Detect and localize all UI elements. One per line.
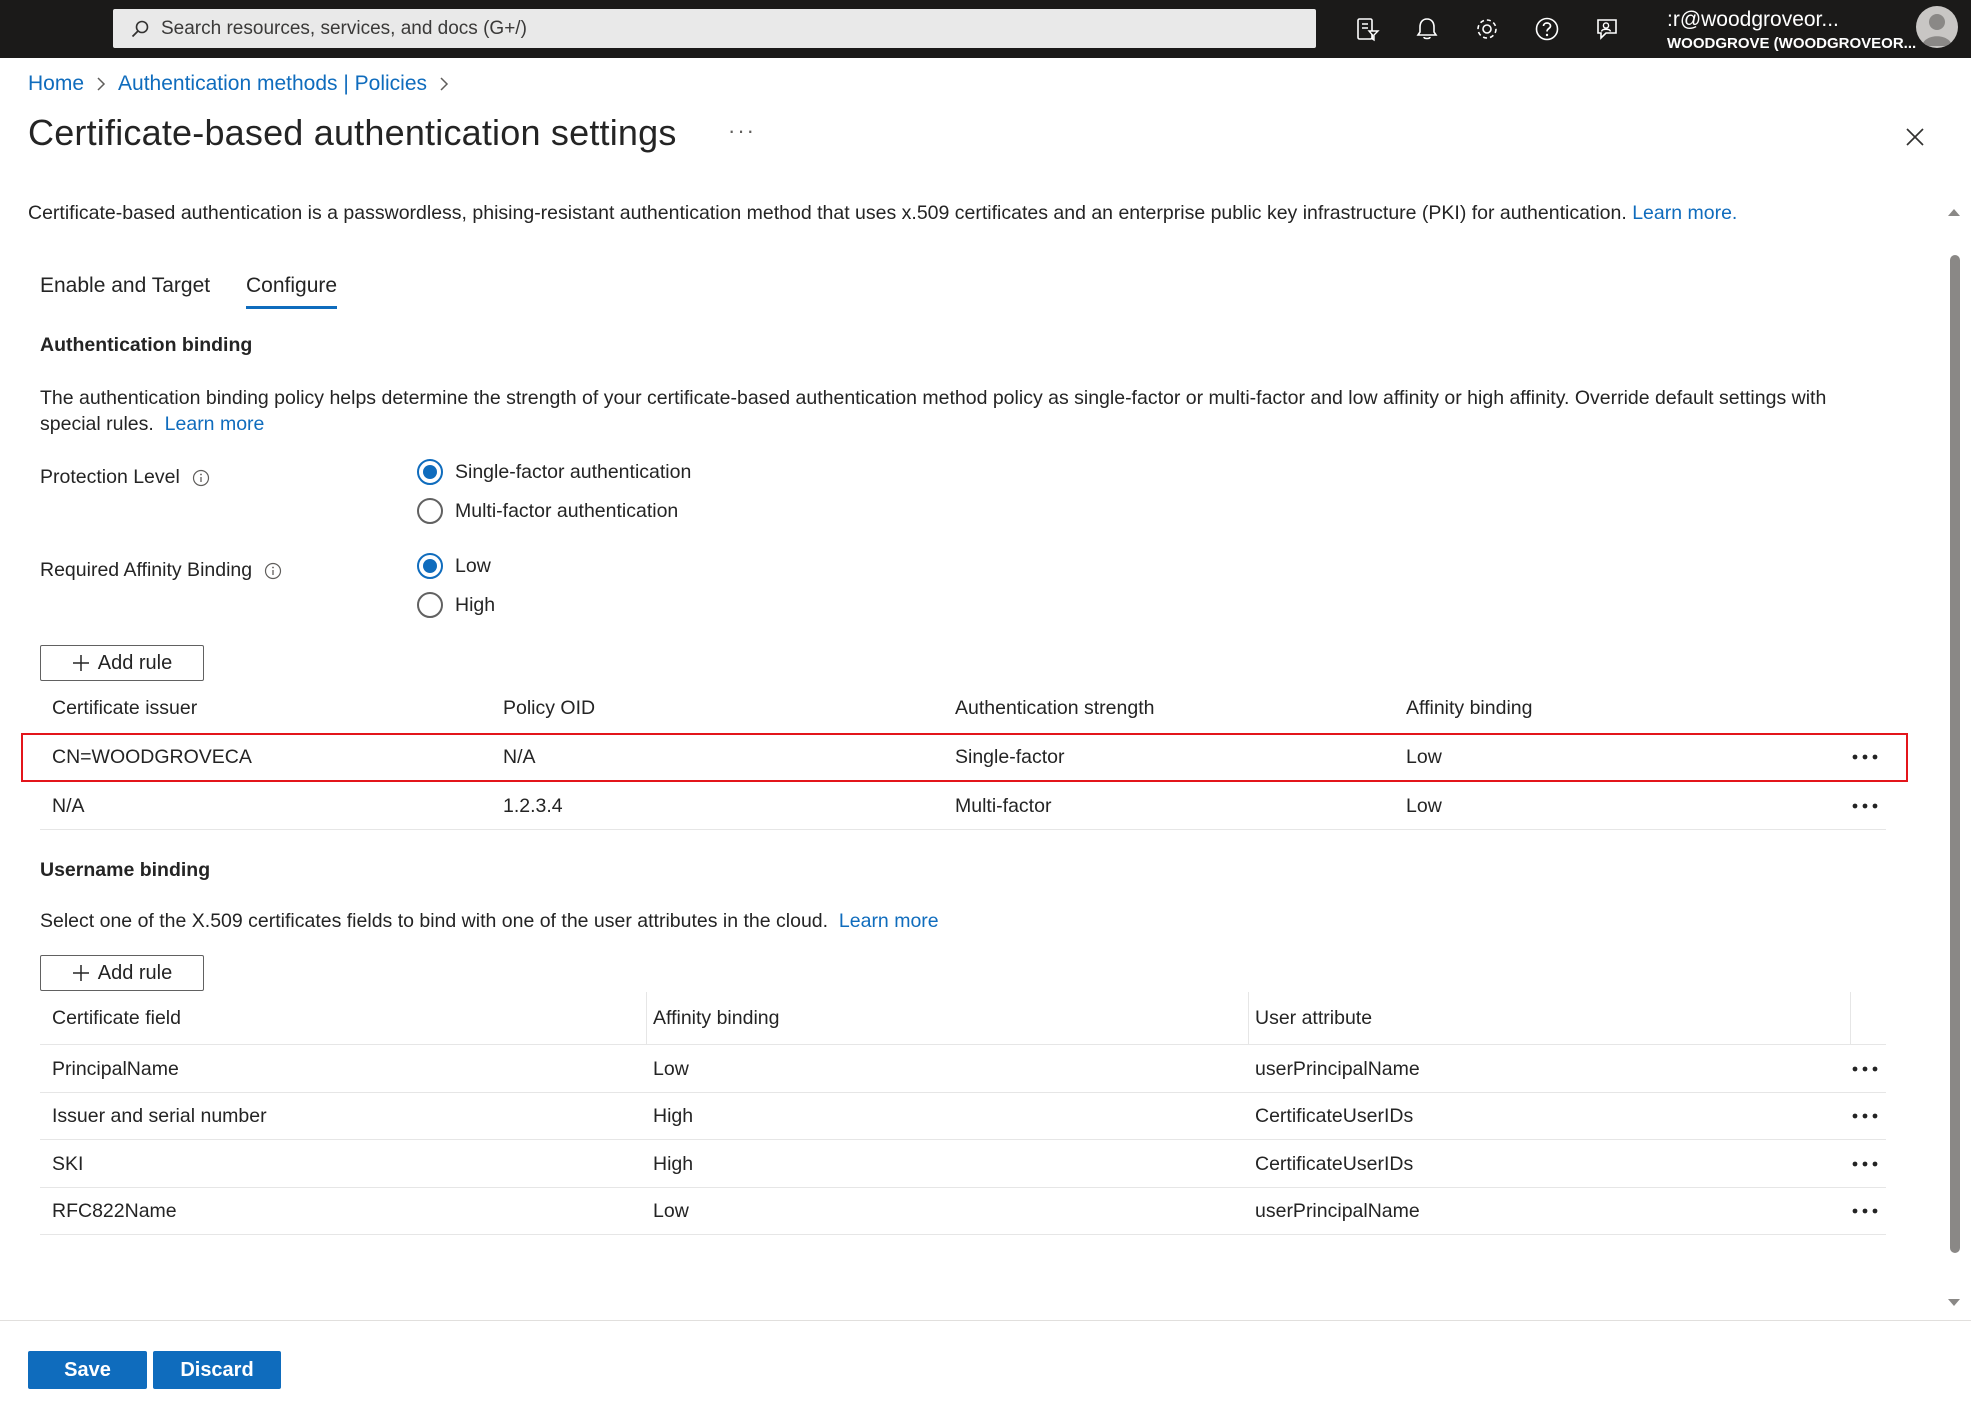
- info-icon[interactable]: [264, 562, 282, 580]
- gear-icon[interactable]: [1469, 11, 1505, 47]
- account-tenant: WOODGROVE (WOODGROVEOR...: [1667, 35, 1917, 52]
- col-user-attribute: User attribute: [1255, 1006, 1373, 1029]
- auth-binding-description: The authentication binding policy helps …: [40, 387, 1827, 435]
- help-icon[interactable]: [1529, 11, 1565, 47]
- radio-button-selected[interactable]: [417, 553, 443, 579]
- table-row[interactable]: N/A 1.2.3.4 Multi-factor Low: [40, 783, 1886, 830]
- bell-icon[interactable]: [1409, 11, 1445, 47]
- column-divider[interactable]: [1248, 992, 1249, 1044]
- breadcrumb-auth-methods[interactable]: Authentication methods | Policies: [118, 72, 427, 96]
- footer: [0, 1320, 1971, 1402]
- page-title: Certificate-based authentication setting…: [28, 112, 677, 153]
- radio-button-selected[interactable]: [417, 459, 443, 485]
- tab-configure[interactable]: Configure: [246, 274, 338, 309]
- breadcrumb: Home Authentication methods | Policies: [28, 72, 461, 96]
- row-more-icon[interactable]: [1852, 1188, 1878, 1234]
- col-affinity-binding: Affinity binding: [1406, 696, 1533, 719]
- col-affinity-binding: Affinity binding: [653, 1006, 780, 1029]
- feedback-icon[interactable]: [1589, 11, 1625, 47]
- username-binding-table-header: Certificate field Affinity binding User …: [40, 992, 1886, 1045]
- search-placeholder: Search resources, services, and docs (G+…: [161, 17, 527, 39]
- radio-button[interactable]: [417, 592, 443, 618]
- discard-button[interactable]: Discard: [153, 1351, 281, 1389]
- account-user: :r@woodgroveor...: [1667, 8, 1839, 31]
- scrollbar-thumb[interactable]: [1950, 255, 1960, 1253]
- chevron-right-icon: [433, 76, 455, 92]
- plus-icon: [72, 964, 90, 982]
- auth-binding-add-rule-button[interactable]: Add rule: [40, 645, 204, 681]
- intro-learn-more-link[interactable]: Learn more.: [1632, 202, 1737, 224]
- table-row[interactable]: PrincipalName Low userPrincipalName: [40, 1046, 1886, 1093]
- table-row[interactable]: Issuer and serial number High Certificat…: [40, 1093, 1886, 1140]
- affinity-binding-label: Required Affinity Binding: [40, 559, 282, 582]
- intro-text: Certificate-based authentication is a pa…: [28, 202, 1738, 224]
- col-policy-oid: Policy OID: [503, 696, 596, 719]
- auth-binding-learn-more-link[interactable]: Learn more: [165, 413, 265, 435]
- highlight-box: [21, 733, 1908, 782]
- top-bar: Search resources, services, and docs (G+…: [0, 0, 1971, 58]
- save-button[interactable]: Save: [28, 1351, 147, 1389]
- chevron-right-icon: [90, 76, 112, 92]
- tab-enable-and-target[interactable]: Enable and Target: [40, 274, 210, 306]
- radio-multi-factor[interactable]: Multi-factor authentication: [417, 498, 678, 524]
- row-more-icon[interactable]: [1852, 783, 1878, 829]
- col-certificate-field: Certificate field: [52, 1006, 181, 1029]
- username-binding-add-rule-button[interactable]: Add rule: [40, 955, 204, 991]
- search-icon: [127, 16, 153, 42]
- radio-affinity-high[interactable]: High: [417, 592, 495, 618]
- close-icon[interactable]: [1898, 120, 1932, 154]
- col-authentication-strength: Authentication strength: [955, 696, 1155, 719]
- info-icon[interactable]: [192, 469, 210, 487]
- avatar[interactable]: [1916, 6, 1958, 48]
- auth-binding-heading: Authentication binding: [40, 334, 253, 356]
- account-info[interactable]: :r@woodgroveor... WOODGROVE (WOODGROVEOR…: [1667, 8, 1916, 54]
- more-actions-icon[interactable]: ···: [728, 118, 756, 144]
- username-binding-learn-more-link[interactable]: Learn more: [839, 910, 939, 932]
- directory-filter-icon[interactable]: [1349, 11, 1385, 47]
- radio-button[interactable]: [417, 498, 443, 524]
- table-row[interactable]: SKI High CertificateUserIDs: [40, 1141, 1886, 1188]
- radio-affinity-low[interactable]: Low: [417, 553, 491, 579]
- search-input[interactable]: Search resources, services, and docs (G+…: [113, 9, 1316, 48]
- auth-binding-table-header: Certificate issuer Policy OID Authentica…: [40, 688, 1886, 728]
- col-certificate-issuer: Certificate issuer: [52, 696, 198, 719]
- protection-level-label: Protection Level: [40, 466, 210, 489]
- breadcrumb-home[interactable]: Home: [28, 72, 84, 96]
- radio-single-factor[interactable]: Single-factor authentication: [417, 459, 691, 485]
- username-binding-heading: Username binding: [40, 859, 211, 881]
- table-row[interactable]: RFC822Name Low userPrincipalName: [40, 1188, 1886, 1235]
- plus-icon: [72, 654, 90, 672]
- row-more-icon[interactable]: [1852, 1093, 1878, 1139]
- row-more-icon[interactable]: [1852, 1141, 1878, 1187]
- column-divider[interactable]: [646, 992, 647, 1044]
- username-binding-description: Select one of the X.509 certificates fie…: [40, 910, 939, 932]
- row-more-icon[interactable]: [1852, 1046, 1878, 1092]
- column-divider[interactable]: [1850, 992, 1851, 1044]
